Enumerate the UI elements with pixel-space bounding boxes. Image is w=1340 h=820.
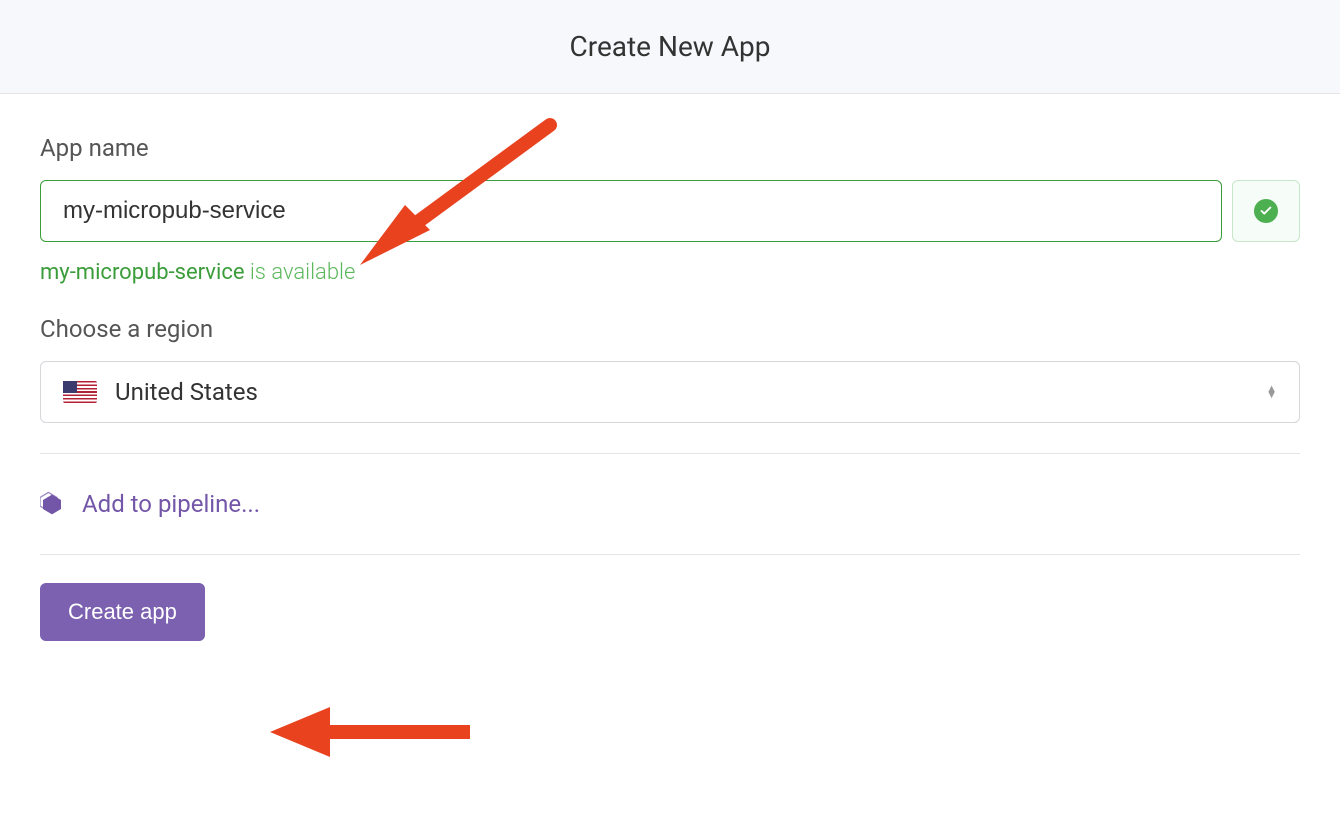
app-name-section: App name my-micropub-service is availabl…	[40, 134, 1300, 285]
pipeline-icon	[40, 491, 66, 517]
add-to-pipeline-link[interactable]: Add to pipeline...	[40, 482, 1300, 526]
divider	[40, 453, 1300, 454]
page-title: Create New App	[0, 30, 1340, 63]
page-header: Create New App	[0, 0, 1340, 94]
pipeline-link-text: Add to pipeline...	[82, 490, 260, 518]
region-selected-option: United States	[63, 378, 258, 406]
availability-message: my-micropub-service is available	[40, 260, 1300, 285]
select-arrows-icon: ▲ ▼	[1266, 386, 1277, 398]
region-selected-text: United States	[115, 378, 258, 406]
check-circle-icon	[1254, 199, 1278, 223]
region-section: Choose a region United States ▲ ▼	[40, 315, 1300, 423]
form-content: App name my-micropub-service is availabl…	[0, 94, 1340, 681]
availability-check-box	[1232, 180, 1300, 242]
region-label: Choose a region	[40, 315, 1300, 343]
app-name-input-row	[40, 180, 1300, 242]
app-name-input[interactable]	[40, 180, 1222, 242]
region-select[interactable]: United States ▲ ▼	[40, 361, 1300, 423]
availability-suffix: is available	[245, 260, 356, 285]
app-name-label: App name	[40, 134, 1300, 162]
annotation-arrow-2	[260, 702, 480, 766]
divider	[40, 554, 1300, 555]
us-flag-icon	[63, 381, 97, 403]
availability-app-name: my-micropub-service	[40, 260, 245, 285]
create-app-button[interactable]: Create app	[40, 583, 205, 641]
